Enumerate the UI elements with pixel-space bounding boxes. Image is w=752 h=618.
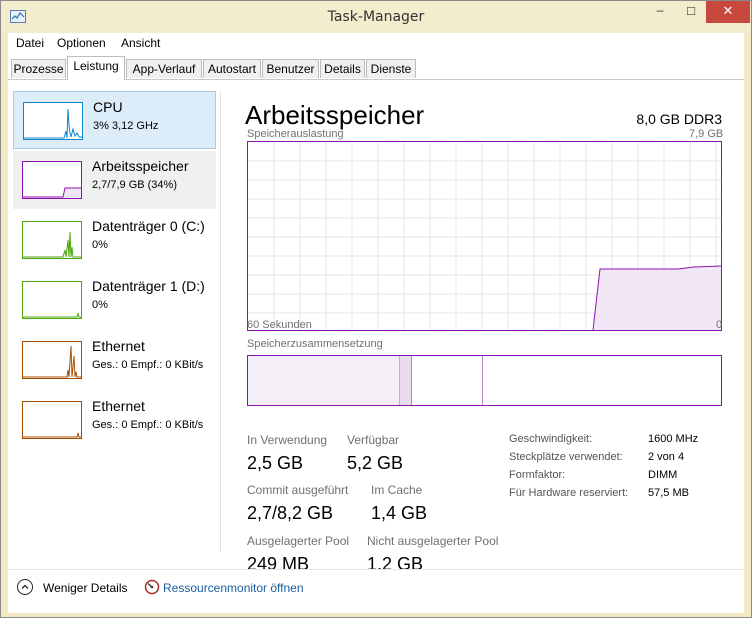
maximize-button[interactable]: ☐ [677,1,705,23]
ethernet-graph-thumbnail [22,341,82,379]
memory-usage-graph [247,141,722,331]
tab-leistung[interactable]: Leistung [67,56,125,80]
stat-available-label: Verfügbar [347,433,400,447]
stat-cached-label: Im Cache [371,483,423,497]
sidebar-item-ethernet-2[interactable]: Ethernet Ges.: 0 Empf.: 0 KBit/s [13,391,216,449]
info-speed-key: Geschwindigkeit: [509,433,593,445]
composition-modified[interactable] [400,356,412,405]
resource-monitor-label[interactable]: Ressourcenmonitor öffnen [163,581,304,595]
sidebar-item-memory[interactable]: Arbeitsspeicher 2,7/7,9 GB (34%) [13,151,216,209]
sidebar-item-detail: 2,7/7,9 GB (34%) [92,179,177,191]
stat-in-use-label: In Verwendung [247,433,328,447]
sidebar-item-label: Ethernet [92,398,145,414]
pane-divider[interactable] [220,90,221,552]
info-speed-value: 1600 MHz [648,433,699,445]
close-button[interactable]: ✕ [706,1,750,23]
sidebar-item-disk-0[interactable]: Datenträger 0 (C:) 0% [13,211,216,269]
sidebar-item-ethernet-1[interactable]: Ethernet Ges.: 0 Empf.: 0 KBit/s [13,331,216,389]
composition-label: Speicherzusammensetzung [247,338,383,350]
sidebar-item-label: CPU [93,99,123,115]
tab-dienste[interactable]: Dienste [366,59,416,78]
resource-monitor-icon[interactable] [144,579,160,595]
sidebar-item-label: Arbeitsspeicher [92,158,189,174]
performance-panel: CPU 3% 3,12 GHz Arbeitsspeicher 2,7/7,9 … [8,80,744,612]
composition-standby-divider [482,356,483,405]
sidebar-item-detail: 0% [92,299,108,311]
stat-nonpaged-pool-label: Nicht ausgelagerter Pool [367,534,499,548]
sidebar-item-disk-1[interactable]: Datenträger 1 (D:) 0% [13,271,216,329]
time-axis-end: 0 [716,319,723,331]
usage-graph-max: 7,9 GB [689,128,724,140]
footer-bar: Weniger Details Ressourcenmonitor öffnen [8,569,744,613]
info-slots-value: 2 von 4 [648,451,685,463]
disk-graph-thumbnail [22,221,82,259]
stat-in-use-value: 2,5 GB [247,453,304,473]
composition-in-use[interactable] [248,356,400,405]
chevron-up-icon[interactable] [17,579,33,595]
fewer-details-label[interactable]: Weniger Details [43,581,127,595]
usage-graph-label: Speicherauslastung [247,128,344,140]
memory-composition-bar [247,355,722,406]
stat-available-value: 5,2 GB [347,453,404,473]
memory-graph-thumbnail [22,161,82,199]
tab-details[interactable]: Details [320,59,365,78]
info-reserved-key: Für Hardware reserviert: [509,487,629,499]
stat-paged-pool-label: Ausgelagerter Pool [247,534,350,548]
tab-autostart[interactable]: Autostart [203,59,261,78]
stat-commit-value: 2,7/8,2 GB [247,503,334,523]
client-area: Datei Optionen Ansicht Prozesse Leistung… [8,33,744,613]
stat-cached-value: 1,4 GB [371,503,428,523]
sidebar-item-label: Datenträger 1 (D:) [92,278,205,294]
tab-prozesse[interactable]: Prozesse [11,59,66,78]
sidebar-item-detail: 3% 3,12 GHz [93,120,159,132]
menu-ansicht[interactable]: Ansicht [121,36,160,50]
sidebar-item-detail: 0% [92,239,108,251]
task-manager-window: Task-Manager ─ ☐ ✕ Datei Optionen Ansich… [0,0,752,618]
minimize-button[interactable]: ─ [646,1,674,23]
info-formfactor-key: Formfaktor: [509,469,566,481]
menu-datei[interactable]: Datei [16,36,44,50]
menu-optionen[interactable]: Optionen [57,36,106,50]
sidebar-item-cpu[interactable]: CPU 3% 3,12 GHz [13,91,216,149]
time-axis-label: 60 Sekunden [247,319,312,331]
stat-commit-label: Commit ausgeführt [247,483,349,497]
detail-title: Arbeitsspeicher [245,100,425,130]
menu-bar: Datei Optionen Ansicht [8,33,744,54]
tab-app-verlauf[interactable]: App-Verlauf [126,59,202,78]
sidebar-item-detail: Ges.: 0 Empf.: 0 KBit/s [92,359,204,371]
disk-graph-thumbnail [22,281,82,319]
cpu-graph-thumbnail [23,102,83,140]
sidebar-item-label: Ethernet [92,338,145,354]
tab-benutzer[interactable]: Benutzer [262,59,319,78]
ethernet-graph-thumbnail [22,401,82,439]
info-formfactor-value: DIMM [648,469,678,481]
sidebar-item-label: Datenträger 0 (C:) [92,218,205,234]
sidebar-item-detail: Ges.: 0 Empf.: 0 KBit/s [92,419,204,431]
title-bar[interactable]: Task-Manager ─ ☐ ✕ [1,1,751,33]
info-reserved-value: 57,5 MB [648,487,689,499]
memory-spec: 8,0 GB DDR3 [636,111,722,127]
info-slots-key: Steckplätze verwendet: [509,451,623,463]
window-title: Task-Manager [327,9,425,25]
